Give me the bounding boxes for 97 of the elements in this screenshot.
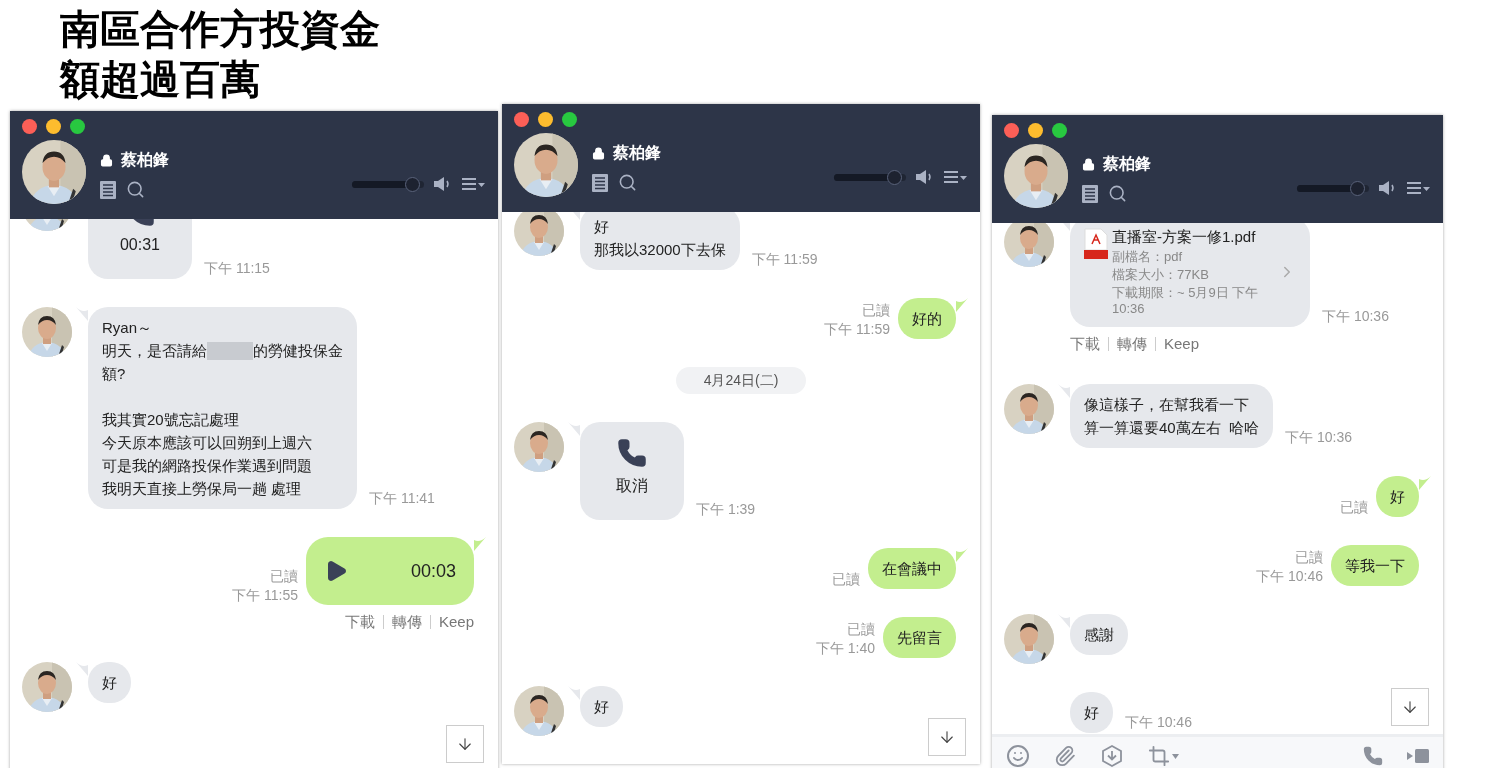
menu-icon[interactable] <box>462 177 486 191</box>
message-text: 我其實20號忘記處理 <box>102 410 240 430</box>
maximize-window-button[interactable] <box>70 119 85 134</box>
message-time: 下午 10:46 <box>1256 566 1323 586</box>
message-time: 下午 10:46 <box>1125 712 1192 732</box>
message-text: Ryan～ <box>102 318 154 338</box>
message-text: 在會議中 <box>882 559 942 579</box>
file-detail: 下載期限：~ 5月9日 下午 10:36 <box>1112 285 1260 317</box>
speaker-icon[interactable] <box>434 176 452 192</box>
slide-title: 額超過百萬 <box>60 56 261 103</box>
message-time: 下午 11:59 <box>751 250 818 269</box>
notes-icon[interactable] <box>100 180 116 199</box>
file-bubble[interactable]: 直播室-方案一修1.pdf 副檔名：pdf 檔案大小：77KB 下載期限：~ 5月9日 下午 10:36 <box>1070 223 1310 327</box>
file-name: 直播室-方案一修1.pdf <box>1112 227 1257 247</box>
paperclip-icon[interactable] <box>1054 745 1076 767</box>
minimize-window-button[interactable] <box>538 112 553 127</box>
maximize-window-button[interactable] <box>1052 123 1067 138</box>
message-action-link[interactable]: 轉傳 <box>1117 333 1147 356</box>
menu-icon[interactable] <box>944 170 968 184</box>
volume-slider[interactable] <box>1297 180 1369 196</box>
message-action-link[interactable]: 轉傳 <box>391 611 422 634</box>
message-text: 像這樣子，在幫我看一下 <box>1084 394 1250 415</box>
minimize-window-button[interactable] <box>1028 123 1043 138</box>
crop-icon[interactable] <box>1148 745 1179 767</box>
message-time: 下午 1:40 <box>815 639 875 658</box>
message-text: 好 <box>102 672 117 693</box>
message-text: 好 <box>594 217 610 237</box>
message-text: 可是我的網路投保作業遇到問題 <box>102 456 313 476</box>
file-detail: 檔案大小：77KB <box>1112 267 1210 283</box>
message-action-link[interactable]: Keep <box>1164 333 1200 356</box>
message-text: 好的 <box>912 309 942 329</box>
message-time: 下午 10:36 <box>1322 307 1389 326</box>
scroll-down-button[interactable] <box>446 725 484 763</box>
slide-title: 南區合作方投資金 <box>60 6 381 53</box>
arrow-down-icon <box>456 735 474 753</box>
contact-name: 蔡柏鋒 <box>1103 154 1151 174</box>
message-action-link[interactable]: Keep <box>438 611 474 634</box>
search-icon[interactable] <box>1108 184 1127 203</box>
video-call-icon[interactable] <box>1407 748 1429 764</box>
speaker-icon[interactable] <box>1379 180 1397 196</box>
message-time: 下午 11:41 <box>369 489 435 508</box>
hexagon-download-icon[interactable] <box>1100 744 1124 768</box>
maximize-window-button[interactable] <box>562 112 577 127</box>
scroll-down-button[interactable] <box>1391 688 1429 726</box>
message-text: 我明天直接上勞保局一趟 處理 <box>102 479 303 499</box>
search-icon[interactable] <box>126 180 145 199</box>
read-receipt: 已讀 <box>1295 547 1323 567</box>
message-text: 那我以32000下去保 <box>594 240 726 260</box>
message-text: 額? <box>102 364 127 384</box>
read-receipt: 已讀 <box>862 301 890 320</box>
read-receipt: 已讀 <box>847 620 875 639</box>
close-window-button[interactable] <box>22 119 37 134</box>
scroll-down-button[interactable] <box>928 718 966 756</box>
message-time: 下午 1:39 <box>696 500 756 519</box>
message-text: 今天原本應該可以回朔到上週六 <box>102 433 313 453</box>
file-detail: 副檔名：pdf <box>1112 249 1184 265</box>
message-time: 下午 11:59 <box>824 320 890 339</box>
read-receipt: 已讀 <box>832 570 860 589</box>
message-action-link[interactable]: 下載 <box>1070 333 1100 356</box>
volume-slider[interactable] <box>352 176 424 192</box>
read-receipt: 已讀 <box>1340 497 1368 517</box>
close-window-button[interactable] <box>514 112 529 127</box>
emoji-icon[interactable] <box>1006 744 1030 768</box>
redaction-blur <box>207 341 253 360</box>
message-text: 的勞健投保金 <box>253 341 343 361</box>
volume-slider[interactable] <box>834 169 906 185</box>
call-status: 取消 <box>616 476 648 496</box>
message-text: 先留言 <box>897 628 942 648</box>
message-text: 好 <box>1084 702 1099 723</box>
message-time: 下午 10:36 <box>1285 427 1352 447</box>
contact-name: 蔡柏鋒 <box>121 150 169 170</box>
close-window-button[interactable] <box>1004 123 1019 138</box>
pdf-icon <box>1084 228 1108 260</box>
read-receipt: 已讀 <box>270 567 298 586</box>
voice-message[interactable]: 00:03 <box>306 537 474 605</box>
arrow-down-icon <box>938 728 956 746</box>
voice-duration: 00:03 <box>410 559 456 583</box>
notes-icon[interactable] <box>592 173 608 192</box>
search-icon[interactable] <box>618 173 637 192</box>
menu-icon[interactable] <box>1407 181 1431 195</box>
minimize-window-button[interactable] <box>46 119 61 134</box>
contact-name: 蔡柏鋒 <box>613 143 661 163</box>
notes-icon[interactable] <box>1082 184 1098 203</box>
message-time: 下午 11:15 <box>204 259 270 278</box>
message-action-link[interactable]: 下載 <box>344 611 375 634</box>
message-text: 好 <box>1390 486 1405 507</box>
speaker-icon[interactable] <box>916 169 934 185</box>
message-text: 等我一下 <box>1345 555 1405 576</box>
call-bubble[interactable]: 取消 <box>580 422 684 520</box>
message-text: 明天，是否請給 <box>102 341 207 361</box>
message-text: 感謝 <box>1084 624 1114 645</box>
message-time: 下午 11:55 <box>232 586 298 605</box>
call-status: 00:31 <box>119 235 160 255</box>
message-text: 好 <box>594 697 609 717</box>
call-bubble[interactable]: 00:31 <box>88 219 192 279</box>
message-text: 算一算還要40萬左右 哈哈 <box>1084 417 1260 438</box>
arrow-down-icon <box>1401 698 1419 716</box>
